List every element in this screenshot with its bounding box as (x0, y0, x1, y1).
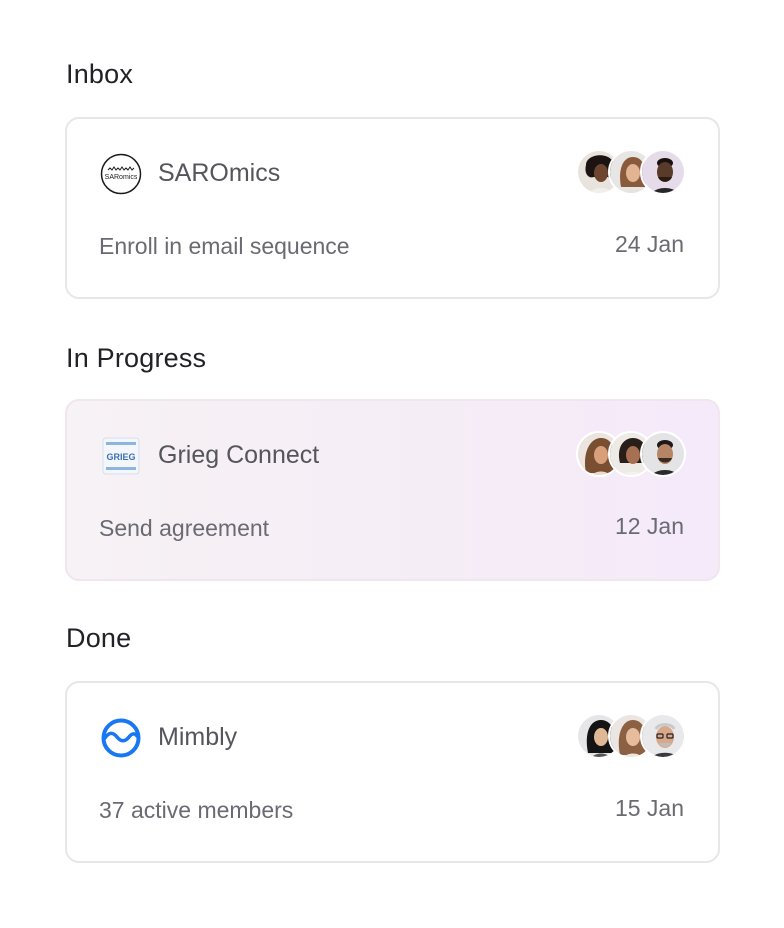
task-description: Enroll in email sequence (99, 233, 350, 259)
due-date: 24 Jan (614, 231, 684, 257)
task-card-mimbly[interactable]: Mimbly 37 active members 15 Jan (65, 681, 720, 863)
company-name: SAROmics (158, 159, 281, 187)
mimbly-logo-icon (100, 717, 142, 759)
task-card-grieg-connect[interactable]: GRIEG Grieg Connect Send agreement 12 Ja… (65, 399, 720, 581)
avatar (640, 431, 686, 477)
company-name: Grieg Connect (158, 441, 320, 469)
task-description: 37 active members (99, 797, 294, 823)
saromics-logo-icon: SARomics (100, 153, 142, 195)
task-description: Send agreement (99, 515, 270, 541)
due-date: 12 Jan (614, 513, 684, 539)
avatar (640, 713, 686, 759)
avatar (640, 149, 686, 195)
due-date: 15 Jan (614, 795, 684, 821)
section-title-in-progress: In Progress (66, 343, 207, 373)
assignee-avatars[interactable] (576, 713, 686, 759)
assignee-avatars[interactable] (576, 431, 686, 477)
saromics-logo-text: SARomics (105, 174, 138, 181)
company-name: Mimbly (158, 723, 238, 751)
assignee-avatars[interactable] (576, 149, 686, 195)
section-title-inbox: Inbox (66, 59, 134, 89)
section-title-done: Done (66, 623, 132, 653)
grieg-logo-text: GRIEG (106, 452, 135, 462)
task-card-saromics[interactable]: SARomics SAROmics Enroll in email sequen… (65, 117, 720, 299)
grieg-logo-icon: GRIEG (100, 435, 142, 477)
